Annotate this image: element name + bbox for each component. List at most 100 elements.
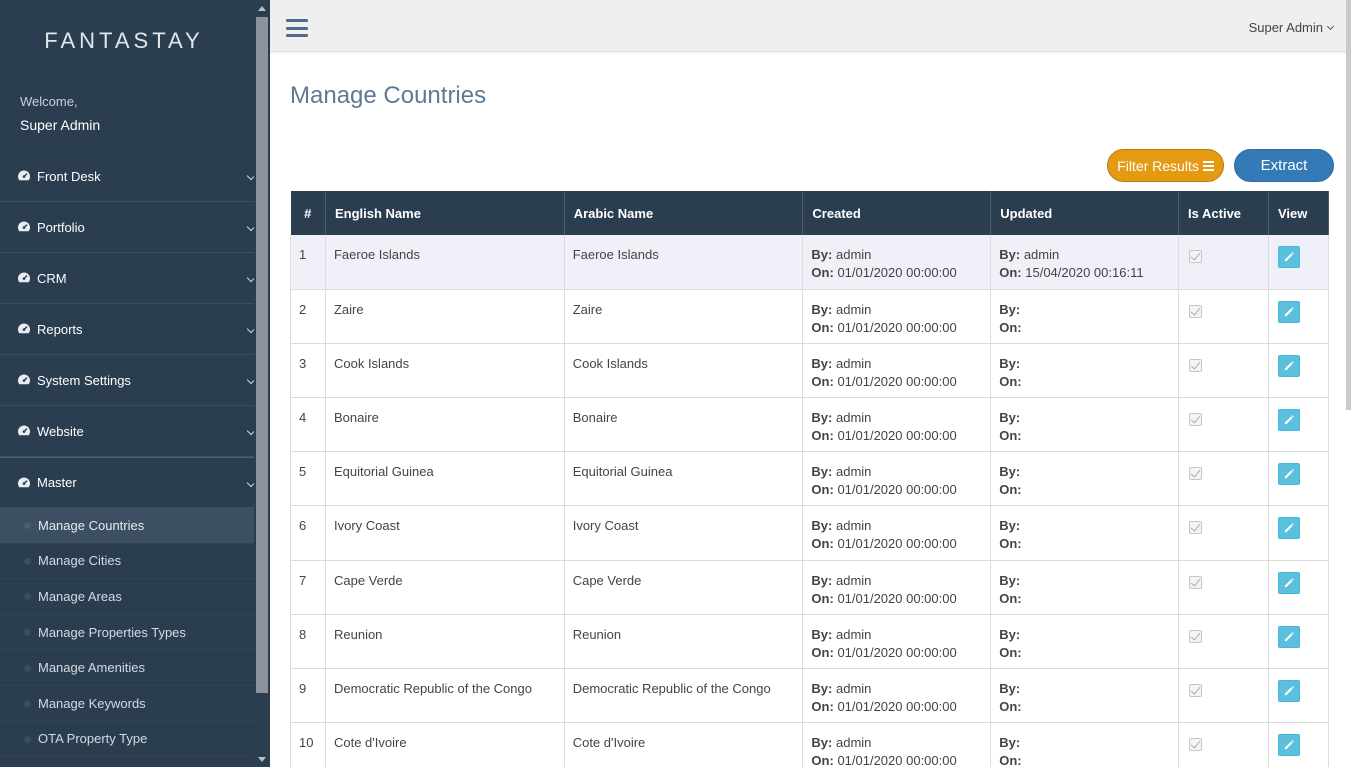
sidebar-item-master[interactable]: Master [0, 457, 254, 508]
submenu-item-manage-cities[interactable]: Manage Cities [0, 544, 254, 580]
sidebar-item-website[interactable]: Website [0, 406, 254, 457]
submenu-item-label: Manage Cities [38, 553, 122, 569]
sidebar-item-system-settings[interactable]: System Settings [0, 355, 254, 406]
user-menu[interactable]: Super Admin [1249, 20, 1335, 35]
chevron-down-icon [246, 324, 254, 334]
filter-results-button[interactable]: Filter Results [1107, 149, 1224, 182]
table-row: 8 Reunion Reunion By: admin On: 01/01/2020 0… [290, 614, 1330, 670]
edit-button[interactable] [1277, 463, 1300, 486]
on-label: On: [999, 373, 1022, 389]
extract-button[interactable]: Extract [1234, 149, 1334, 182]
edit-button[interactable] [1277, 246, 1300, 268]
arabic-name: Equitorial Guinea [564, 451, 804, 507]
sidebar-nav: Front Desk Portfolio CRM Reports System Sett… [0, 151, 254, 508]
edit-button[interactable] [1277, 354, 1300, 377]
sidebar-item-crm[interactable]: CRM [0, 253, 254, 304]
updated-by-line: By: [999, 355, 1170, 373]
is-active-checkbox[interactable] [1189, 250, 1203, 263]
created-on: 01/01/2020 00:00:00 [837, 590, 957, 606]
edit-button[interactable] [1277, 680, 1300, 702]
submenu-item-manage-countries[interactable]: Manage Countries [0, 508, 254, 544]
edit-button[interactable] [1277, 734, 1300, 757]
column-header[interactable]: Updated [990, 191, 1180, 235]
submenu-item-manage-keywords[interactable]: Manage Keywords [0, 686, 254, 722]
is-active-checkbox[interactable] [1189, 575, 1203, 589]
created-on-line: On: 01/01/2020 00:00:00 [811, 373, 982, 391]
created-by-line: By: admin [811, 517, 982, 535]
view-cell [1268, 505, 1330, 561]
created-by-line: By: admin [811, 409, 982, 427]
english-name: Cote d'Ivoire [325, 722, 565, 767]
sidebar-item-label: Website [37, 423, 84, 439]
sidebar-item-portfolio[interactable]: Portfolio [0, 202, 254, 253]
hamburger-icon[interactable] [286, 19, 308, 37]
updated-by-line: By: [999, 409, 1170, 427]
is-active-cell [1178, 722, 1269, 767]
arabic-name: Cote d'Ivoire [564, 722, 804, 767]
is-active-checkbox[interactable] [1189, 467, 1203, 481]
created-on-line: On: 01/01/2020 00:00:00 [811, 264, 982, 282]
submenu-item-manage-areas[interactable]: Manage Areas [0, 579, 254, 615]
by-label: By: [811, 410, 833, 426]
scroll-down-arrow-icon[interactable] [258, 757, 266, 762]
scrollbar-thumb[interactable] [256, 17, 268, 693]
page-scrollbar[interactable] [1346, 0, 1351, 410]
updated-on-line: On: [999, 427, 1170, 445]
dashboard-icon [17, 476, 31, 490]
updated-cell: By: On: [990, 289, 1180, 344]
edit-button[interactable] [1277, 625, 1300, 648]
bullet-icon [24, 629, 31, 637]
row-number: 5 [290, 451, 326, 507]
edit-button[interactable] [1277, 517, 1300, 540]
pencil-icon [1284, 523, 1294, 533]
updated-on-line: On: [999, 644, 1170, 662]
column-header[interactable]: Arabic Name [564, 191, 804, 235]
scroll-up-arrow-icon[interactable] [258, 6, 266, 11]
sidebar-scrollbar[interactable] [254, 0, 270, 767]
updated-on-line: On: [999, 752, 1170, 767]
table-header-row: # English Name Arabic Name Created Updated Is… [290, 191, 1330, 235]
sidebar-item-front-desk[interactable]: Front Desk [0, 151, 254, 202]
on-label: On: [999, 265, 1022, 280]
welcome-panel: Welcome, Super Admin [0, 82, 254, 151]
is-active-cell [1178, 289, 1269, 344]
created-by: admin [836, 301, 872, 317]
column-header[interactable]: Is Active [1178, 191, 1269, 235]
submenu-item-manage-amenities[interactable]: Manage Amenities [0, 650, 254, 686]
edit-button[interactable] [1277, 409, 1300, 432]
is-active-checkbox[interactable] [1189, 738, 1203, 752]
is-active-checkbox[interactable] [1189, 358, 1203, 372]
is-active-checkbox[interactable] [1189, 521, 1203, 535]
is-active-checkbox[interactable] [1189, 304, 1203, 318]
is-active-checkbox[interactable] [1189, 684, 1203, 697]
is-active-cell [1178, 614, 1269, 670]
created-by-line: By: admin [811, 680, 982, 698]
created-by-line: By: admin [811, 301, 982, 319]
created-by: admin [836, 410, 872, 426]
submenu-item-label: Manage Keywords [38, 695, 146, 711]
english-name: Zaire [325, 289, 565, 344]
sidebar-item-reports[interactable]: Reports [0, 304, 254, 355]
on-label: On: [811, 753, 834, 767]
by-label: By: [811, 301, 833, 317]
submenu-item-ota-property-type[interactable]: OTA Property Type [0, 722, 254, 758]
column-header[interactable]: View [1268, 191, 1330, 235]
edit-button[interactable] [1277, 300, 1300, 323]
created-by: admin [836, 247, 872, 262]
table-row: 4 Bonaire Bonaire By: admin On: 01/01/2020 0… [290, 397, 1330, 453]
created-on-line: On: 01/01/2020 00:00:00 [811, 752, 982, 767]
edit-button[interactable] [1277, 571, 1300, 594]
column-header[interactable]: # [290, 191, 326, 235]
column-header[interactable]: Created [802, 191, 992, 235]
column-header[interactable]: English Name [325, 191, 565, 235]
is-active-checkbox[interactable] [1189, 413, 1203, 427]
is-active-checkbox[interactable] [1189, 629, 1203, 643]
view-cell [1268, 668, 1330, 724]
arabic-name: Democratic Republic of the Congo [564, 668, 804, 724]
submenu-item-manage-properties-types[interactable]: Manage Properties Types [0, 615, 254, 651]
arabic-name: Reunion [564, 614, 804, 670]
brand-logo[interactable]: FANTASTAY [0, 0, 254, 82]
created-by: admin [836, 681, 872, 696]
created-on-line: On: 01/01/2020 00:00:00 [811, 535, 982, 553]
row-number: 6 [290, 505, 326, 561]
